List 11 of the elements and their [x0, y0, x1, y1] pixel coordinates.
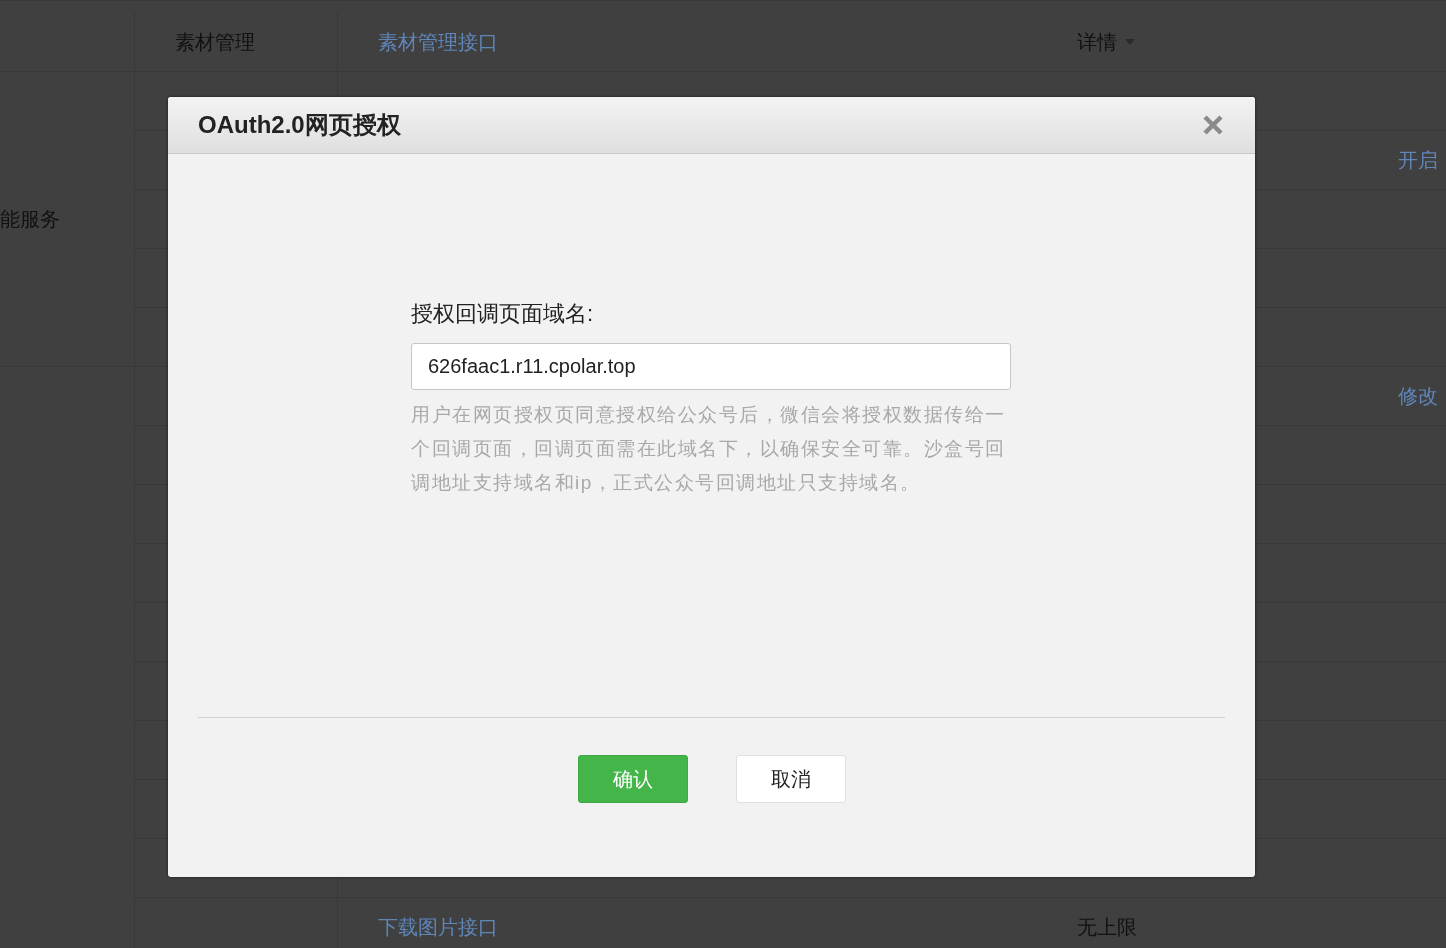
close-icon[interactable]	[1201, 113, 1225, 137]
action-link[interactable]: 开启	[1398, 146, 1438, 174]
interface-link[interactable]: 素材管理接口	[378, 28, 498, 56]
cancel-button[interactable]: 取消	[735, 755, 846, 803]
dialog-title: OAuth2.0网页授权	[198, 110, 401, 140]
confirm-button[interactable]: 确认	[577, 755, 688, 803]
field-label: 授权回调页面域名:	[411, 300, 595, 328]
help-text: 用户在网页授权页同意授权给公众号后，微信会将授权数据传给一个回调页面，回调页面需在此域名下，以确保安全可靠。沙盒号回调地址支持域名和ip，正式公众号回调地址只支持域名。	[411, 403, 1007, 495]
interface-link[interactable]: 下载图片接口	[378, 913, 498, 941]
action-link[interactable]: 修改	[1398, 382, 1438, 410]
domain-input-field[interactable]: 626faac1.r11.cpolar.top	[411, 343, 1011, 390]
